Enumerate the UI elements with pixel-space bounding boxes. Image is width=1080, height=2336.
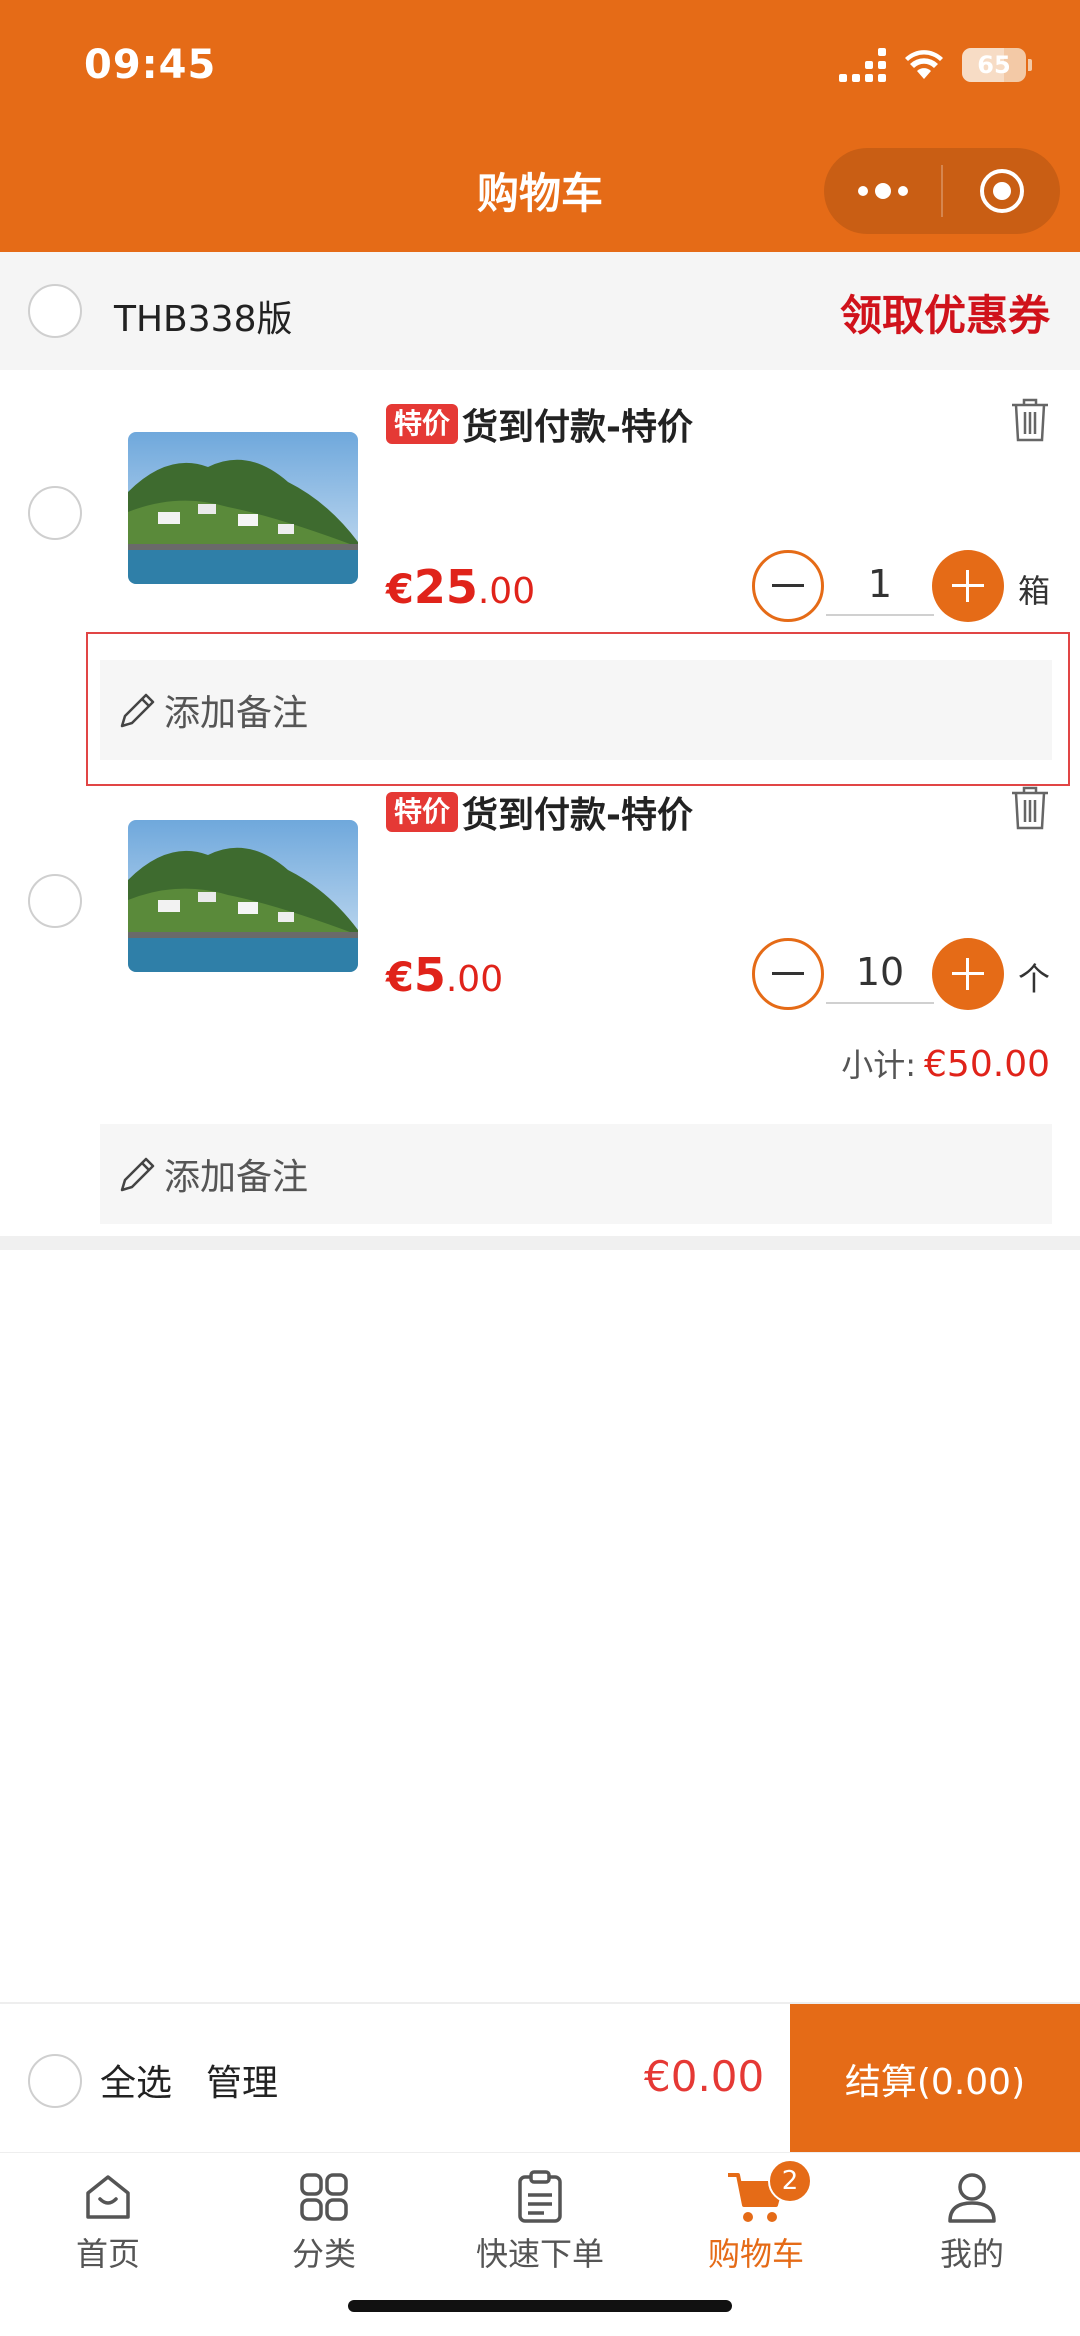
more-button[interactable] bbox=[824, 148, 941, 234]
store-row: THB338版 领取优惠券 bbox=[0, 252, 1080, 370]
clipboard-icon bbox=[518, 2170, 562, 2223]
quantity-unit: 箱 bbox=[1018, 572, 1051, 610]
cart-badge: 2 bbox=[768, 2159, 812, 2203]
miniprogram-capsule bbox=[824, 148, 1060, 234]
special-price-tag: 特价 bbox=[386, 404, 459, 444]
user-icon bbox=[948, 2173, 996, 2223]
highlight-frame bbox=[86, 632, 1070, 786]
trash-icon[interactable] bbox=[1008, 396, 1052, 444]
category-icon bbox=[300, 2173, 348, 2221]
store-name: THB338版 bbox=[114, 299, 293, 340]
checkout-button[interactable]: 结算(0.00) bbox=[790, 2004, 1080, 2154]
select-all-checkbox[interactable] bbox=[28, 2054, 82, 2108]
close-miniprogram-button[interactable] bbox=[943, 148, 1060, 234]
more-dots-icon bbox=[857, 183, 908, 199]
pencil-icon bbox=[120, 1157, 155, 1192]
minus-icon bbox=[772, 584, 804, 587]
product-image[interactable] bbox=[128, 432, 358, 584]
header-bar: 09:45 65 购物车 bbox=[0, 0, 1080, 252]
section-divider bbox=[0, 1236, 1080, 1250]
checkout-bar: 全选 管理 €0.00 结算(0.00) bbox=[0, 2002, 1080, 2154]
tab-quick-order[interactable]: 快速下单 bbox=[432, 2167, 648, 2275]
store-checkbox[interactable] bbox=[28, 284, 82, 338]
special-price-tag: 特价 bbox=[386, 792, 459, 832]
get-coupon-link[interactable]: 领取优惠券 bbox=[840, 282, 1050, 343]
decrease-quantity-button[interactable] bbox=[752, 938, 824, 1010]
island-photo bbox=[128, 432, 358, 584]
product-image[interactable] bbox=[128, 820, 358, 972]
home-indicator bbox=[348, 2300, 732, 2312]
increase-quantity-button[interactable] bbox=[932, 938, 1004, 1010]
battery-icon: 65 bbox=[962, 48, 1026, 82]
item-price: €25.00 bbox=[386, 560, 536, 614]
subtotal-value: €50.00 bbox=[924, 1044, 1050, 1085]
product-title[interactable]: 货到付款-特价 bbox=[462, 398, 693, 450]
subtotal-label: 小计: bbox=[841, 1046, 917, 1084]
manage-button[interactable]: 管理 bbox=[206, 2054, 278, 2106]
plus-icon bbox=[952, 958, 984, 990]
select-all-label[interactable]: 全选 bbox=[100, 2054, 172, 2106]
battery-level: 65 bbox=[977, 51, 1011, 79]
total-amount: €0.00 bbox=[644, 2052, 765, 2101]
item-checkbox[interactable] bbox=[28, 486, 82, 540]
tab-label: 分类 bbox=[291, 2235, 356, 2273]
tab-cart[interactable]: 2 购物车 bbox=[648, 2159, 864, 2275]
target-icon bbox=[979, 169, 1024, 213]
quantity-unit: 个 bbox=[1018, 960, 1051, 998]
tab-category[interactable]: 分类 bbox=[216, 2167, 432, 2275]
quantity-input[interactable]: 1 bbox=[826, 556, 934, 616]
status-time: 09:45 bbox=[84, 42, 217, 88]
trash-icon[interactable] bbox=[1008, 784, 1052, 832]
item-checkbox[interactable] bbox=[28, 874, 82, 928]
decrease-quantity-button[interactable] bbox=[752, 550, 824, 622]
tab-label: 购物车 bbox=[707, 2235, 804, 2273]
add-note-label: 添加备注 bbox=[164, 1157, 309, 1198]
tab-profile[interactable]: 我的 bbox=[864, 2167, 1080, 2275]
minus-icon bbox=[772, 972, 804, 975]
tab-label: 我的 bbox=[939, 2235, 1004, 2273]
quantity-input[interactable]: 10 bbox=[826, 944, 934, 1004]
signal-icon bbox=[839, 48, 886, 82]
status-icons: 65 bbox=[839, 48, 1032, 82]
item-price: €5.00 bbox=[386, 948, 504, 1002]
product-title[interactable]: 货到付款-特价 bbox=[462, 786, 693, 838]
tab-home[interactable]: 首页 bbox=[0, 2167, 216, 2275]
home-icon bbox=[86, 2175, 130, 2219]
add-note-field[interactable]: 添加备注 bbox=[100, 1124, 1052, 1224]
wifi-icon bbox=[905, 50, 943, 79]
island-photo bbox=[128, 820, 358, 972]
tab-label: 快速下单 bbox=[475, 2235, 604, 2273]
tab-label: 首页 bbox=[75, 2235, 140, 2273]
increase-quantity-button[interactable] bbox=[932, 550, 1004, 622]
plus-icon bbox=[952, 570, 984, 602]
item-subtotal: 小计: €50.00 bbox=[841, 1040, 1050, 1086]
